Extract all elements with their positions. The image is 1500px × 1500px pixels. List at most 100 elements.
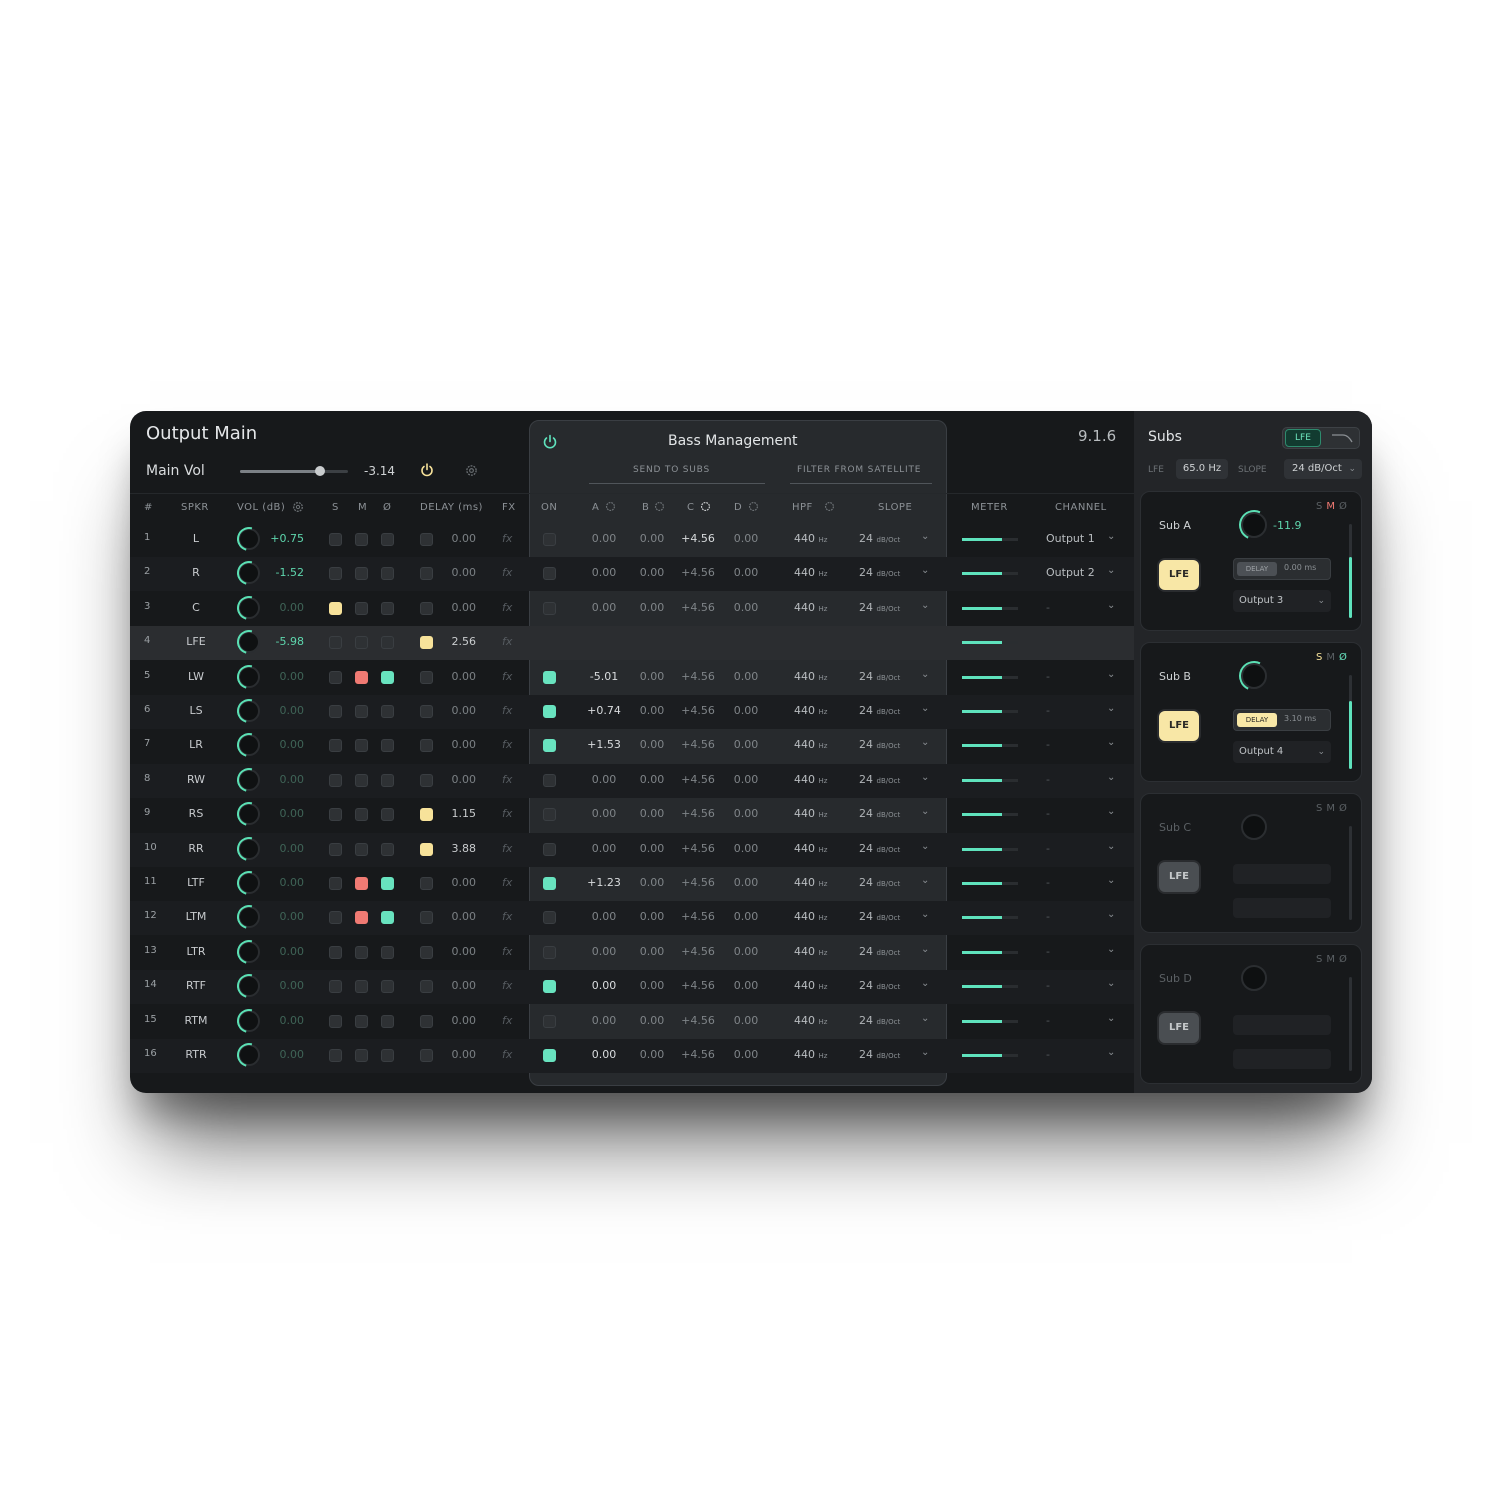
send-to-sub-c[interactable]: +4.56	[676, 876, 720, 889]
send-to-sub-b[interactable]: 0.00	[630, 738, 674, 751]
mute-toggle[interactable]	[355, 533, 368, 546]
volume-value[interactable]: 0.00	[266, 876, 305, 889]
delay-toggle[interactable]	[420, 567, 433, 581]
sub-delay-toggle[interactable]: DELAY	[1237, 713, 1277, 727]
chevron-down-icon[interactable]: ⌄	[1107, 565, 1115, 576]
delay-value[interactable]: 2.56	[436, 635, 477, 648]
hpf-frequency[interactable]: 440 Hz	[794, 876, 827, 889]
slope-select[interactable]: 24 dB/Oct	[859, 1048, 900, 1061]
phase-toggle[interactable]	[381, 773, 394, 787]
volume-value[interactable]: 0.00	[266, 601, 305, 614]
chevron-down-icon[interactable]: ⌄	[921, 531, 929, 542]
volume-knob[interactable]	[238, 906, 260, 929]
send-to-sub-b[interactable]: 0.00	[630, 842, 674, 855]
volume-knob[interactable]	[238, 562, 260, 585]
sub-lfe-button[interactable]: LFE	[1159, 1013, 1199, 1043]
fx-button[interactable]: fx	[502, 945, 512, 958]
hpf-frequency[interactable]: 440 Hz	[794, 704, 827, 717]
delay-toggle[interactable]	[420, 739, 433, 753]
send-to-sub-b[interactable]: 0.00	[630, 979, 674, 992]
volume-knob[interactable]	[238, 596, 260, 619]
chevron-down-icon[interactable]: ⌄	[1107, 703, 1115, 714]
volume-knob[interactable]	[238, 975, 260, 998]
slope-select[interactable]: 24 dB/Oct	[859, 807, 900, 820]
volume-knob[interactable]	[238, 700, 260, 722]
fx-button[interactable]: fx	[502, 635, 512, 648]
sub-lfe-button[interactable]: LFE	[1159, 560, 1199, 590]
volume-value[interactable]: 0.00	[266, 1048, 305, 1061]
delay-value[interactable]: 0.00	[436, 876, 477, 889]
volume-value[interactable]: 0.00	[266, 842, 305, 855]
chevron-down-icon[interactable]: ⌄	[1107, 978, 1115, 989]
solo-toggle[interactable]	[329, 1014, 342, 1028]
volume-value[interactable]: +0.75	[266, 532, 304, 545]
delay-toggle[interactable]	[420, 842, 433, 856]
sub-phase-toggle[interactable]: Ø	[1339, 803, 1351, 814]
send-to-sub-b[interactable]: 0.00	[630, 807, 674, 820]
bass-management-on-toggle[interactable]	[543, 739, 556, 753]
send-to-sub-c[interactable]: +4.56	[676, 1014, 720, 1027]
phase-toggle[interactable]	[381, 705, 394, 718]
send-to-sub-d[interactable]: 0.00	[724, 979, 768, 992]
bass-management-on-toggle[interactable]	[543, 567, 556, 581]
fx-button[interactable]: fx	[502, 1048, 512, 1061]
hpf-frequency[interactable]: 440 Hz	[794, 773, 827, 786]
send-to-sub-a[interactable]: +0.74	[582, 704, 626, 717]
delay-value[interactable]: 1.15	[436, 807, 477, 820]
slope-select[interactable]: 24 dB/Oct	[859, 876, 900, 889]
delay-value[interactable]: 0.00	[436, 1048, 477, 1061]
mute-toggle[interactable]	[355, 1049, 368, 1062]
volume-value[interactable]: 0.00	[266, 807, 305, 820]
phase-toggle[interactable]	[381, 911, 394, 925]
chevron-down-icon[interactable]: ⌄	[1107, 1013, 1115, 1024]
channel-select[interactable]: -	[1046, 979, 1050, 992]
channel-select[interactable]: -	[1046, 945, 1050, 958]
bass-management-power-icon[interactable]	[542, 434, 558, 450]
solo-toggle[interactable]	[329, 773, 342, 787]
delay-value[interactable]: 0.00	[436, 738, 477, 751]
send-to-sub-c[interactable]: +4.56	[676, 670, 720, 683]
chevron-down-icon[interactable]: ⌄	[921, 600, 929, 611]
sub-lfe-button[interactable]: LFE	[1159, 711, 1199, 741]
fx-button[interactable]: fx	[502, 566, 512, 579]
sub-delay-field[interactable]	[1233, 1015, 1331, 1035]
slope-select[interactable]: 24 dB/Oct	[859, 704, 900, 717]
send-to-sub-c[interactable]: +4.56	[676, 566, 720, 579]
send-to-sub-b[interactable]: 0.00	[630, 601, 674, 614]
delay-value[interactable]: 0.00	[436, 910, 477, 923]
solo-toggle[interactable]	[329, 1049, 342, 1062]
sub-mute-toggle[interactable]: M	[1326, 652, 1339, 663]
phase-toggle[interactable]	[381, 670, 394, 684]
fx-button[interactable]: fx	[502, 704, 512, 717]
chevron-down-icon[interactable]: ⌄	[1107, 841, 1115, 852]
hpf-frequency[interactable]: 440 Hz	[794, 807, 827, 820]
send-to-sub-a[interactable]: 0.00	[582, 601, 626, 614]
slope-select[interactable]: 24 dB/Oct	[859, 532, 900, 545]
gear-icon[interactable]	[654, 501, 665, 512]
send-to-sub-d[interactable]: 0.00	[724, 601, 768, 614]
send-to-sub-b[interactable]: 0.00	[630, 910, 674, 923]
send-to-sub-c[interactable]: +4.56	[676, 1048, 720, 1061]
send-to-sub-a[interactable]: +1.53	[582, 738, 626, 751]
send-to-sub-a[interactable]: 0.00	[582, 773, 626, 786]
bass-management-on-toggle[interactable]	[543, 911, 556, 925]
phase-toggle[interactable]	[381, 980, 394, 994]
mute-toggle[interactable]	[355, 773, 368, 787]
chevron-down-icon[interactable]: ⌄	[921, 978, 929, 989]
send-to-sub-d[interactable]: 0.00	[724, 807, 768, 820]
chevron-down-icon[interactable]: ⌄	[921, 1013, 929, 1024]
send-to-sub-a[interactable]: 0.00	[582, 842, 626, 855]
solo-toggle[interactable]	[329, 705, 342, 718]
send-to-sub-d[interactable]: 0.00	[724, 876, 768, 889]
gear-icon[interactable]	[605, 501, 616, 512]
hpf-frequency[interactable]: 440 Hz	[794, 601, 827, 614]
chevron-down-icon[interactable]: ⌄	[921, 806, 929, 817]
solo-toggle[interactable]	[329, 533, 342, 546]
send-to-sub-d[interactable]: 0.00	[724, 773, 768, 786]
channel-select[interactable]: Output 2	[1046, 566, 1095, 579]
bass-management-on-toggle[interactable]	[543, 601, 556, 615]
chevron-down-icon[interactable]: ⌄	[921, 875, 929, 886]
sub-delay-field[interactable]: DELAY 3.10 ms	[1233, 709, 1331, 731]
send-to-sub-b[interactable]: 0.00	[630, 532, 674, 545]
fx-button[interactable]: fx	[502, 773, 512, 786]
